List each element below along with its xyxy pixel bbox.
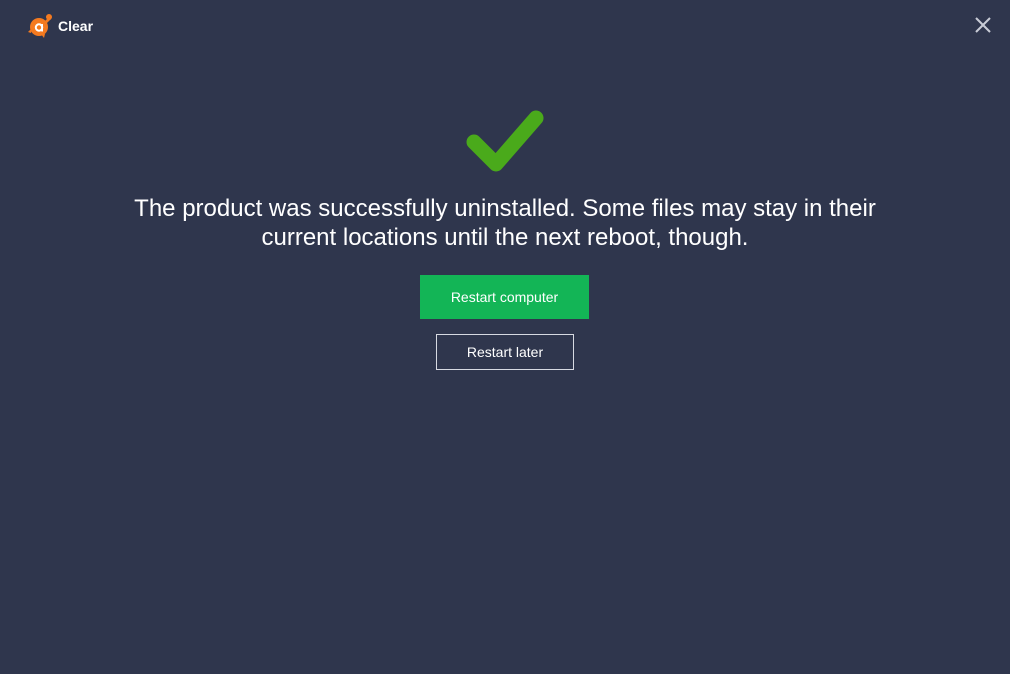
restart-later-button[interactable]: Restart later	[436, 334, 574, 370]
app-window: Clear The product was successfully unins…	[0, 0, 1010, 674]
app-title: Clear	[58, 18, 94, 34]
close-icon	[975, 17, 991, 33]
title-bar: Clear	[0, 0, 1010, 52]
checkmark-icon	[462, 106, 548, 178]
restart-computer-button[interactable]: Restart computer	[420, 275, 589, 319]
close-button[interactable]	[970, 12, 996, 38]
status-message: The product was successfully uninstalled…	[134, 195, 876, 251]
avast-logo-icon	[26, 12, 54, 40]
